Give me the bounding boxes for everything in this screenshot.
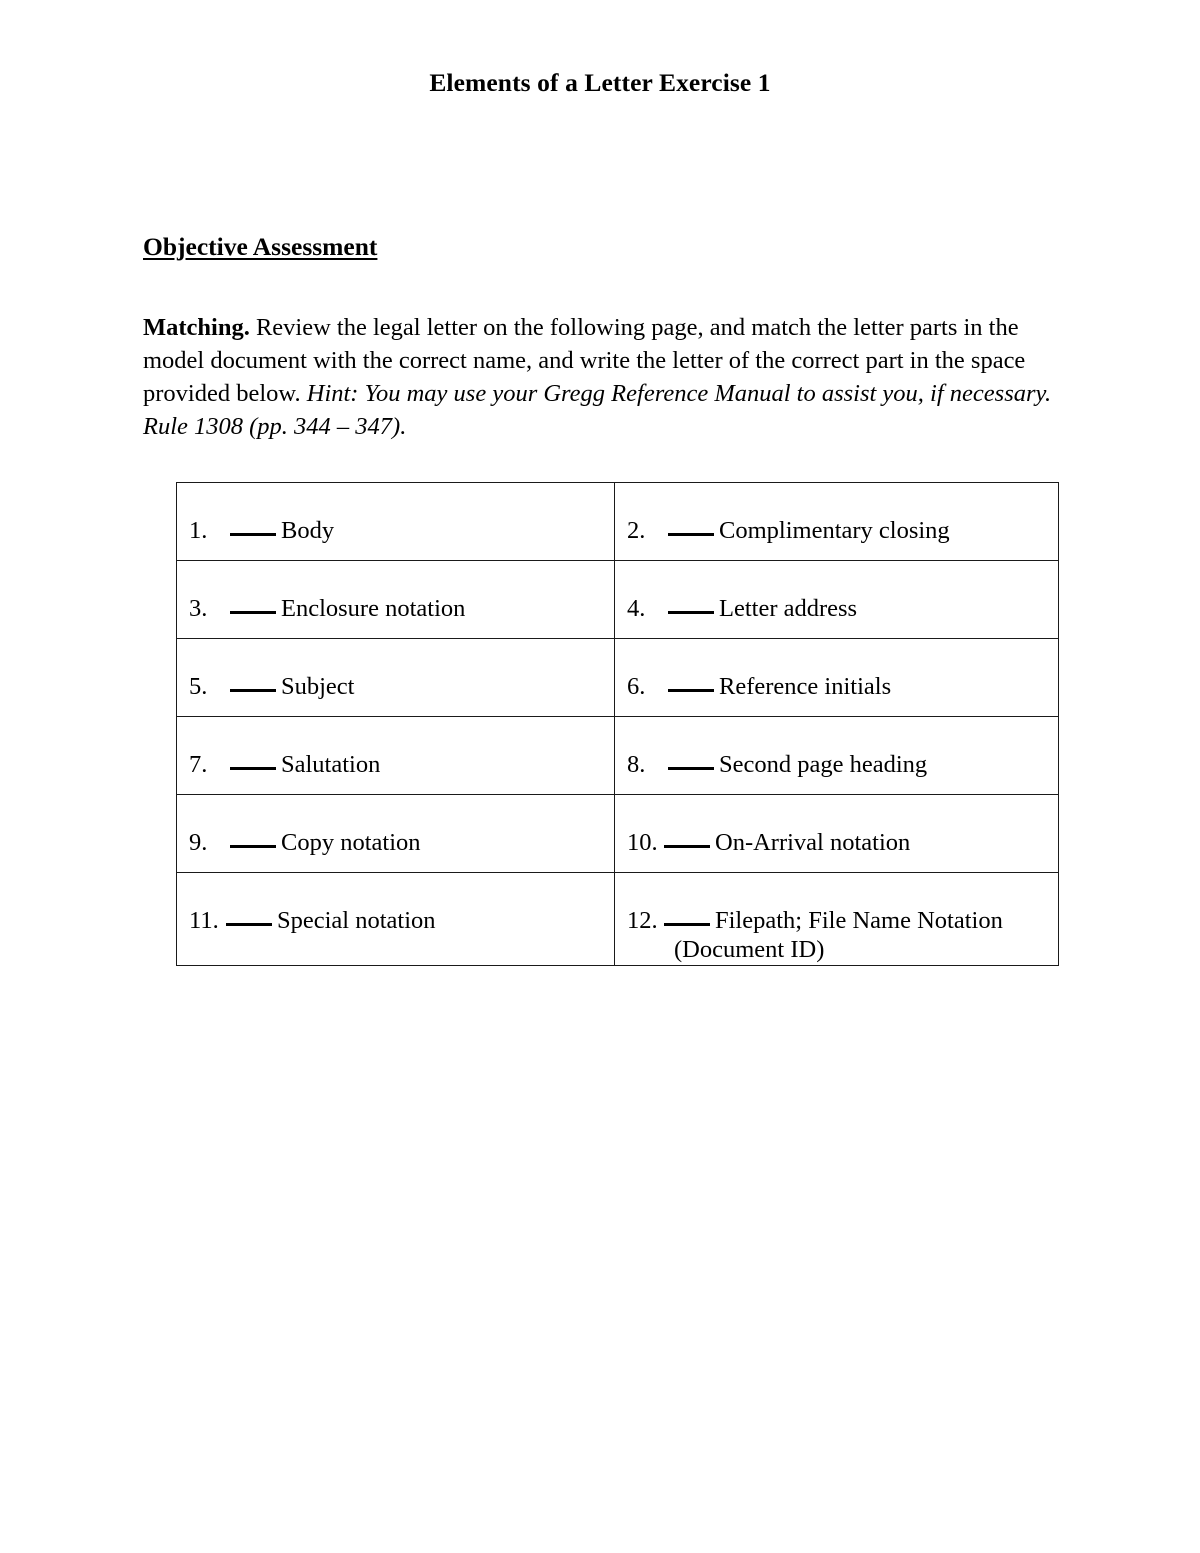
table-row: 7. Salutation 8. Second page heading (176, 716, 1059, 795)
item-label: Salutation (281, 751, 381, 778)
item-number: 3. (189, 595, 208, 622)
matching-cell-1[interactable]: 1. Body (176, 482, 615, 561)
item-number: 6. (627, 673, 646, 700)
matching-table: 1. Body 2. Complimentary closing 3. Enclosu… (176, 482, 1059, 966)
document-page: Elements of a Letter Exercise 1 Objectiv… (0, 0, 1200, 1553)
answer-blank[interactable] (664, 923, 710, 926)
table-row: 5. Subject 6. Reference initials (176, 638, 1059, 717)
item-number: 12. (627, 907, 658, 934)
matching-cell-6[interactable]: 6. Reference initials (614, 638, 1059, 717)
item-label-second-line: (Document ID) (674, 936, 825, 963)
matching-cell-8[interactable]: 8. Second page heading (614, 716, 1059, 795)
matching-cell-9[interactable]: 9. Copy notation (176, 794, 615, 873)
item-label: On-Arrival notation (715, 829, 911, 856)
item-label: Letter address (719, 595, 858, 622)
item-number: 2. (627, 517, 646, 544)
item-number: 10. (627, 829, 658, 856)
instructions-lead: Matching. (143, 313, 250, 341)
item-number: 4. (627, 595, 646, 622)
item-label: Body (281, 517, 335, 544)
item-label: Enclosure notation (281, 595, 466, 622)
item-label: Filepath; File Name Notation (715, 907, 1003, 934)
matching-cell-12[interactable]: 12. Filepath; File Name Notation (Documen… (614, 872, 1059, 966)
answer-blank[interactable] (668, 689, 714, 692)
item-number: 8. (627, 751, 646, 778)
item-number: 7. (189, 751, 208, 778)
matching-cell-3[interactable]: 3. Enclosure notation (176, 560, 615, 639)
item-label: Subject (281, 673, 355, 700)
matching-cell-7[interactable]: 7. Salutation (176, 716, 615, 795)
matching-cell-2[interactable]: 2. Complimentary closing (614, 482, 1059, 561)
item-number: 9. (189, 829, 208, 856)
answer-blank[interactable] (230, 767, 276, 770)
matching-cell-11[interactable]: 11. Special notation (176, 872, 615, 966)
item-label: Complimentary closing (719, 517, 950, 544)
item-number: 5. (189, 673, 208, 700)
page-title: Elements of a Letter Exercise 1 (429, 68, 771, 97)
answer-blank[interactable] (230, 845, 276, 848)
answer-blank[interactable] (230, 611, 276, 614)
answer-blank[interactable] (664, 845, 710, 848)
item-number: 11. (189, 907, 219, 934)
table-row: 1. Body 2. Complimentary closing (176, 482, 1059, 561)
item-label: Reference initials (719, 673, 892, 700)
table-row: 3. Enclosure notation 4. Letter address (176, 560, 1059, 639)
answer-blank[interactable] (668, 611, 714, 614)
matching-cell-5[interactable]: 5. Subject (176, 638, 615, 717)
item-number: 1. (189, 517, 208, 544)
answer-blank[interactable] (230, 689, 276, 692)
instructions-paragraph: Matching. Review the legal letter on the… (143, 311, 1061, 443)
answer-blank[interactable] (226, 923, 272, 926)
matching-cell-4[interactable]: 4. Letter address (614, 560, 1059, 639)
answer-blank[interactable] (668, 533, 714, 536)
section-heading-objective-assessment: Objective Assessment (143, 232, 378, 261)
item-label: Second page heading (719, 751, 928, 778)
table-row: 11. Special notation 12. Filepath; File Na… (176, 872, 1059, 966)
matching-cell-10[interactable]: 10. On-Arrival notation (614, 794, 1059, 873)
answer-blank[interactable] (230, 533, 276, 536)
item-label: Special notation (277, 907, 436, 934)
answer-blank[interactable] (668, 767, 714, 770)
item-label: Copy notation (281, 829, 421, 856)
table-row: 9. Copy notation 10. On-Arrival notation (176, 794, 1059, 873)
